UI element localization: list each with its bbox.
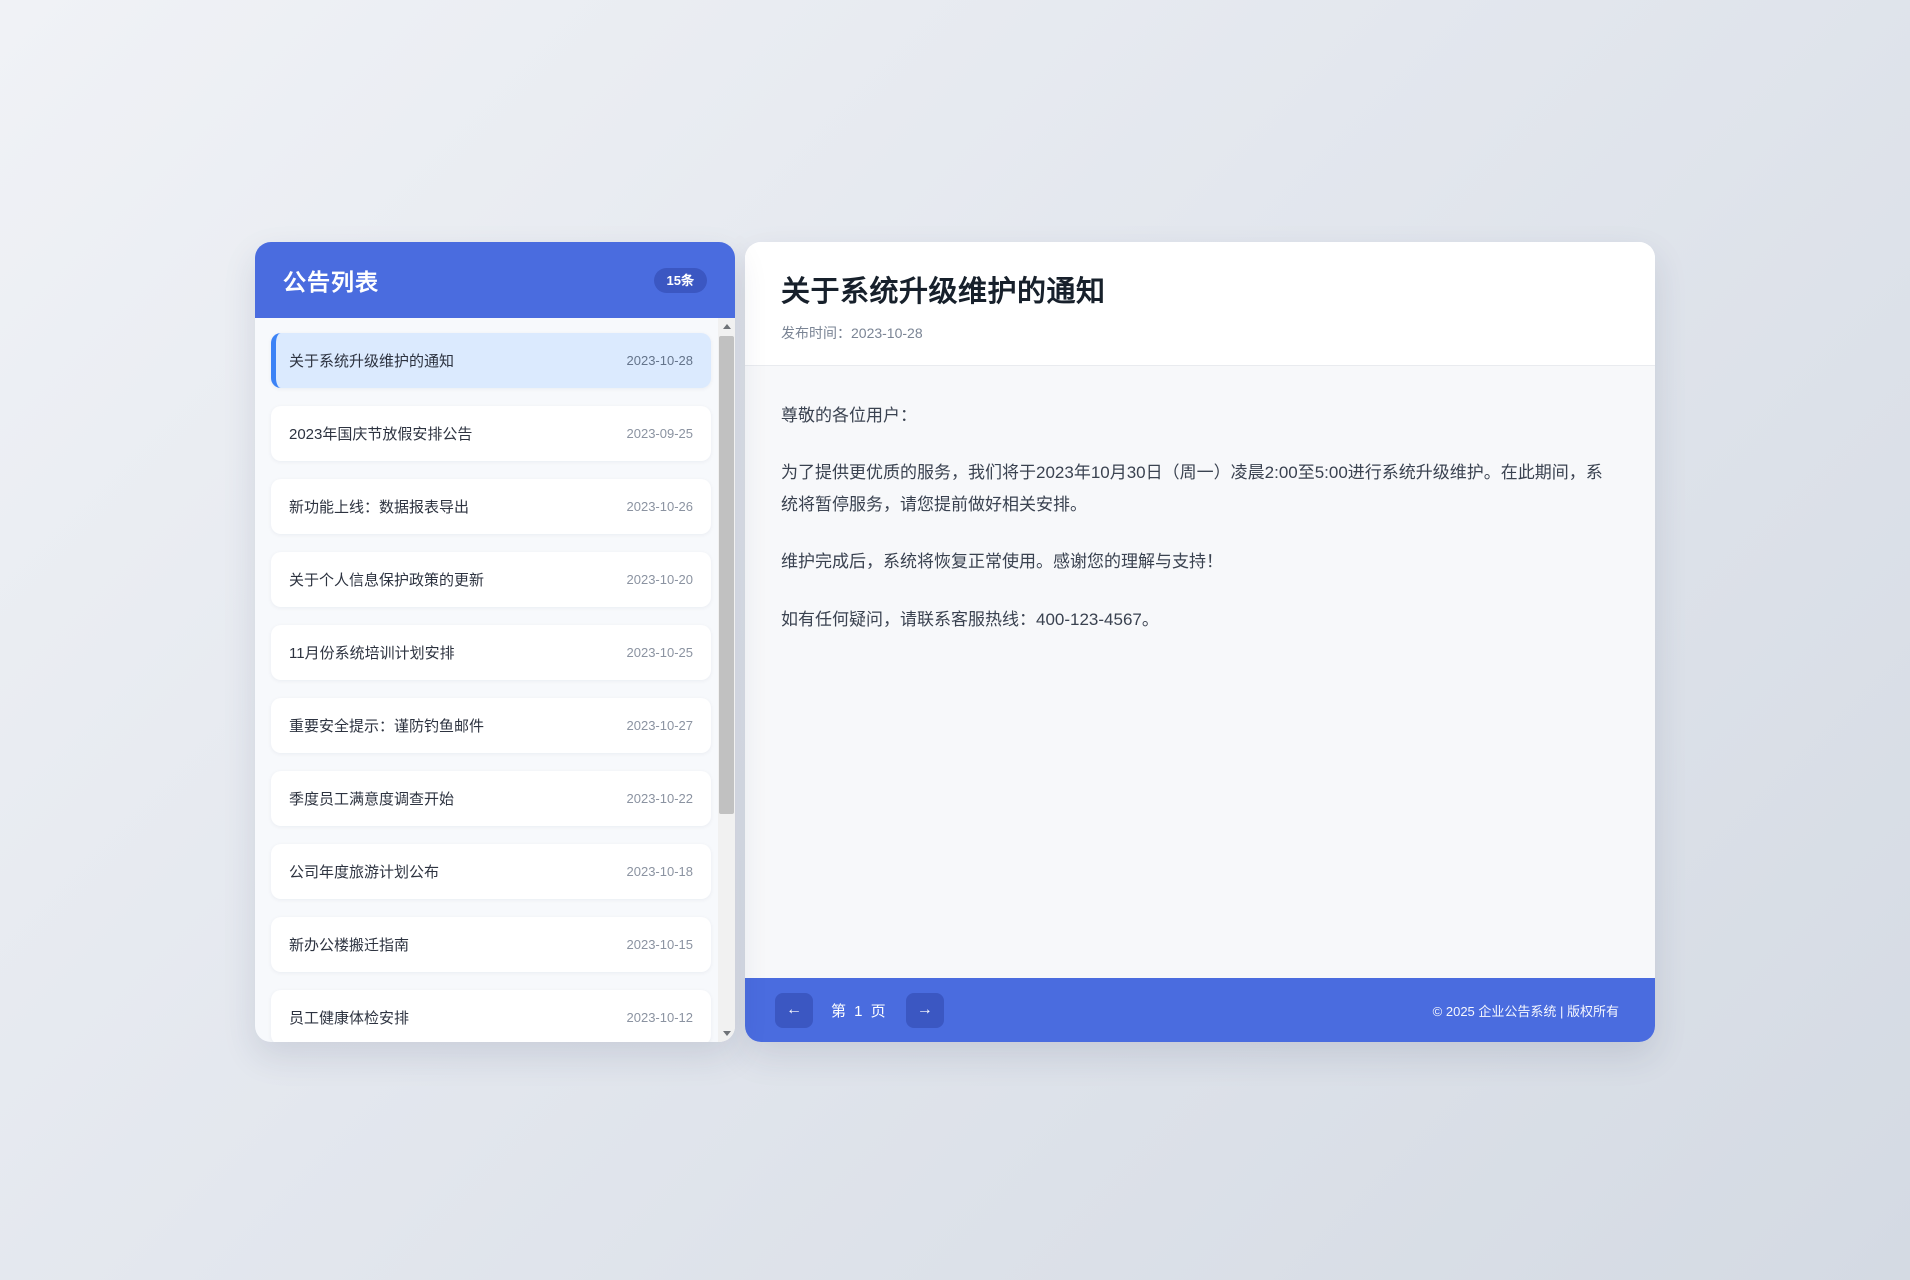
- item-title: 2023年国庆节放假安排公告: [289, 423, 472, 444]
- detail-title: 关于系统升级维护的通知: [781, 268, 1619, 310]
- scrollbar-up-button[interactable]: [718, 318, 735, 335]
- item-date: 2023-09-25: [627, 426, 694, 441]
- item-date: 2023-10-12: [627, 1010, 694, 1025]
- announcement-list-item[interactable]: 2023年国庆节放假安排公告 2023-09-25: [271, 406, 711, 461]
- item-title: 新办公楼搬迁指南: [289, 934, 409, 955]
- detail-header: 关于系统升级维护的通知 发布时间：2023-10-28: [745, 242, 1655, 366]
- item-date: 2023-10-18: [627, 864, 694, 879]
- announcement-list-item[interactable]: 季度员工满意度调查开始 2023-10-22: [271, 771, 711, 826]
- page-indicator: 第 1 页: [831, 1000, 888, 1021]
- item-date: 2023-10-20: [627, 572, 694, 587]
- announcement-list-item[interactable]: 11月份系统培训计划安排 2023-10-25: [271, 625, 711, 680]
- pagination: ← 第 1 页 →: [775, 993, 944, 1028]
- item-date: 2023-10-15: [627, 937, 694, 952]
- item-title: 关于个人信息保护政策的更新: [289, 569, 484, 590]
- item-title: 公司年度旅游计划公布: [289, 861, 439, 882]
- item-title: 关于系统升级维护的通知: [289, 350, 454, 371]
- sidebar-header: 公告列表 15条: [255, 242, 735, 318]
- list-scrollbar[interactable]: [718, 318, 735, 1042]
- announcement-list-wrap: 关于系统升级维护的通知 2023-10-28 2023年国庆节放假安排公告 20…: [255, 318, 735, 1042]
- item-title: 新功能上线：数据报表导出: [289, 496, 469, 517]
- announcement-list-item[interactable]: 新功能上线：数据报表导出 2023-10-26: [271, 479, 711, 534]
- item-title: 重要安全提示：谨防钓鱼邮件: [289, 715, 484, 736]
- triangle-up-icon: [723, 324, 731, 329]
- announcement-sidebar: 公告列表 15条 关于系统升级维护的通知 2023-10-28 2023年国庆节…: [255, 242, 735, 1042]
- publish-time: 发布时间：2023-10-28: [781, 323, 1619, 343]
- item-date: 2023-10-25: [627, 645, 694, 660]
- item-title: 11月份系统培训计划安排: [289, 642, 455, 663]
- count-badge: 15条: [654, 268, 707, 293]
- announcement-list-item[interactable]: 关于系统升级维护的通知 2023-10-28: [271, 333, 711, 388]
- item-title: 季度员工满意度调查开始: [289, 788, 454, 809]
- sidebar-title: 公告列表: [283, 263, 379, 297]
- detail-paragraph: 维护完成后，系统将恢复正常使用。感谢您的理解与支持！: [781, 546, 1619, 577]
- announcement-list-item[interactable]: 重要安全提示：谨防钓鱼邮件 2023-10-27: [271, 698, 711, 753]
- scrollbar-down-button[interactable]: [718, 1025, 735, 1042]
- announcement-list-item[interactable]: 公司年度旅游计划公布 2023-10-18: [271, 844, 711, 899]
- item-date: 2023-10-26: [627, 499, 694, 514]
- item-date: 2023-10-27: [627, 718, 694, 733]
- item-title: 员工健康体检安排: [289, 1007, 409, 1028]
- announcement-list-item[interactable]: 关于个人信息保护政策的更新 2023-10-20: [271, 552, 711, 607]
- announcement-list-item[interactable]: 员工健康体检安排 2023-10-12: [271, 990, 711, 1042]
- prev-page-button[interactable]: ←: [775, 993, 813, 1028]
- scrollbar-thumb[interactable]: [719, 336, 734, 814]
- detail-paragraph: 如有任何疑问，请联系客服热线：400-123-4567。: [781, 604, 1619, 635]
- triangle-down-icon: [723, 1031, 731, 1036]
- item-date: 2023-10-22: [627, 791, 694, 806]
- announcement-list-item[interactable]: 新办公楼搬迁指南 2023-10-15: [271, 917, 711, 972]
- next-page-button[interactable]: →: [906, 993, 944, 1028]
- detail-paragraph: 为了提供更优质的服务，我们将于2023年10月30日（周一）凌晨2:00至5:0…: [781, 457, 1619, 520]
- announcement-app: 公告列表 15条 关于系统升级维护的通知 2023-10-28 2023年国庆节…: [255, 242, 1655, 1042]
- detail-body: 尊敬的各位用户： 为了提供更优质的服务，我们将于2023年10月30日（周一）凌晨…: [745, 366, 1655, 978]
- announcement-list: 关于系统升级维护的通知 2023-10-28 2023年国庆节放假安排公告 20…: [255, 318, 735, 1042]
- detail-footer: ← 第 1 页 → © 2025 企业公告系统 | 版权所有: [745, 978, 1655, 1042]
- announcement-detail-panel: 关于系统升级维护的通知 发布时间：2023-10-28 尊敬的各位用户： 为了提供…: [745, 242, 1655, 1042]
- item-date: 2023-10-28: [627, 353, 694, 368]
- copyright: © 2025 企业公告系统 | 版权所有: [1433, 1001, 1619, 1020]
- detail-paragraph: 尊敬的各位用户：: [781, 400, 1619, 431]
